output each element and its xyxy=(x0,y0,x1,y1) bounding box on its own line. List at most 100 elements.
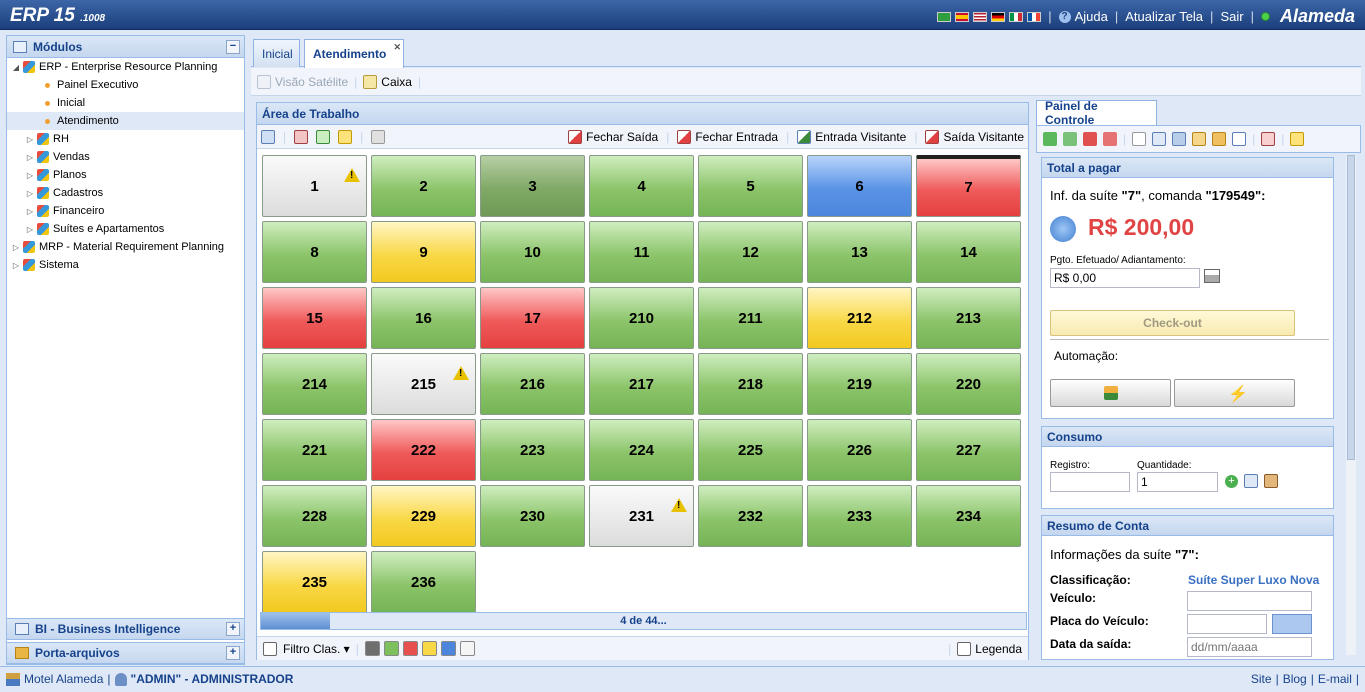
veiculo-input[interactable] xyxy=(1187,591,1312,611)
flag-spain-icon[interactable] xyxy=(955,11,970,22)
undo-green-icon[interactable] xyxy=(1063,132,1077,146)
suite-tile[interactable]: 219 xyxy=(807,353,912,415)
status-swatch[interactable] xyxy=(364,641,380,656)
suite-tile[interactable]: 222 xyxy=(371,419,476,481)
truck-icon[interactable] xyxy=(1264,474,1278,488)
card-icon[interactable] xyxy=(1152,132,1167,146)
suite-tile[interactable]: 216 xyxy=(480,353,585,415)
satellite-view-button[interactable]: Visão Satélite xyxy=(257,74,348,89)
collapsed-arrow-icon[interactable]: ▷ xyxy=(25,225,35,234)
suite-tile[interactable]: 13 xyxy=(807,221,912,283)
flag-brazil-icon[interactable] xyxy=(937,11,952,22)
suite-tile[interactable]: 1 xyxy=(262,155,367,217)
swap-icon[interactable] xyxy=(316,129,331,144)
fechar-saida-button[interactable]: Fechar Saída xyxy=(568,129,658,144)
blog-link[interactable]: Blog xyxy=(1283,672,1307,686)
suite-tile[interactable]: 212 xyxy=(807,287,912,349)
collapsed-arrow-icon[interactable]: ▷ xyxy=(25,153,35,162)
bi-section-header[interactable]: BI - Business Intelligence + xyxy=(6,618,245,640)
data-input[interactable] xyxy=(1187,637,1312,657)
screen-icon[interactable] xyxy=(261,129,275,144)
suite-tile[interactable]: 224 xyxy=(589,419,694,481)
site-link[interactable]: Site xyxy=(1251,672,1272,686)
suite-tile[interactable]: 16 xyxy=(371,287,476,349)
tree-node[interactable]: ▷ RH xyxy=(7,130,244,148)
entrada-visitante-button[interactable]: Entrada Visitante xyxy=(797,129,906,144)
tree-node[interactable]: ▷ Vendas xyxy=(7,148,244,166)
pgto-input[interactable] xyxy=(1050,268,1200,288)
suite-tile[interactable]: 214 xyxy=(262,353,367,415)
expanded-arrow-icon[interactable]: ◢ xyxy=(11,63,21,72)
suite-tile[interactable]: 232 xyxy=(698,485,803,547)
status-swatch[interactable] xyxy=(459,641,475,656)
suite-tile[interactable]: 8 xyxy=(262,221,367,283)
suite-tile[interactable]: 10 xyxy=(480,221,585,283)
suite-tile[interactable]: 229 xyxy=(371,485,476,547)
cashier-button[interactable]: Caixa xyxy=(363,74,412,89)
collapsed-arrow-icon[interactable]: ▷ xyxy=(25,135,35,144)
status-swatch[interactable] xyxy=(402,641,418,656)
collapsed-arrow-icon[interactable]: ▷ xyxy=(11,261,21,270)
flag-france-icon[interactable] xyxy=(1027,11,1042,22)
files-icon[interactable] xyxy=(1192,132,1207,146)
tab-painel-controle[interactable]: Painel de Controle xyxy=(1036,99,1157,127)
suite-tile[interactable]: 15 xyxy=(262,287,367,349)
suite-tile[interactable]: 234 xyxy=(916,485,1021,547)
suite-tile[interactable]: 11 xyxy=(589,221,694,283)
suite-tile[interactable]: 210 xyxy=(589,287,694,349)
suite-tile[interactable]: 3 xyxy=(480,155,585,217)
suite-tile[interactable]: 217 xyxy=(589,353,694,415)
flag-germany-icon[interactable] xyxy=(991,11,1006,22)
suite-tile[interactable]: 227 xyxy=(916,419,1021,481)
automation-power-button[interactable]: ⚡ xyxy=(1174,379,1295,407)
suite-tile[interactable]: 225 xyxy=(698,419,803,481)
placa-search-button[interactable] xyxy=(1272,614,1312,634)
suite-tile[interactable]: 228 xyxy=(262,485,367,547)
help-link[interactable]: Ajuda xyxy=(1075,9,1108,24)
suite-tile[interactable]: 7 xyxy=(916,155,1021,217)
legend-button[interactable]: Legenda xyxy=(957,641,1022,656)
collapse-button[interactable]: − xyxy=(226,40,240,54)
porta-section-header[interactable]: Porta-arquivos + xyxy=(6,642,245,664)
undo-red-icon[interactable] xyxy=(1103,132,1117,146)
printer-icon[interactable] xyxy=(1204,269,1220,283)
suite-tile[interactable]: 9 xyxy=(371,221,476,283)
tree-node[interactable]: ▷ Suítes e Apartamentos xyxy=(7,220,244,238)
print-icon[interactable] xyxy=(294,129,309,144)
suite-tile[interactable]: 236 xyxy=(371,551,476,613)
expand-bi-button[interactable]: + xyxy=(226,622,240,636)
suite-tile[interactable]: 2 xyxy=(371,155,476,217)
placa-input[interactable] xyxy=(1187,614,1267,634)
fechar-entrada-button[interactable]: Fechar Entrada xyxy=(677,129,778,144)
checkout-button[interactable]: Check-out xyxy=(1050,310,1295,336)
suite-tile[interactable]: 211 xyxy=(698,287,803,349)
flag-italy-icon[interactable] xyxy=(1009,11,1024,22)
cleaning-icon[interactable] xyxy=(371,129,386,144)
suite-tile[interactable]: 215 xyxy=(371,353,476,415)
help-icon[interactable]: ? xyxy=(1058,10,1071,23)
flag-usa-icon[interactable] xyxy=(973,11,988,22)
suite-tile[interactable]: 14 xyxy=(916,221,1021,283)
email-link[interactable]: E-mail xyxy=(1318,672,1352,686)
automation-home-button[interactable] xyxy=(1050,379,1171,407)
collapsed-arrow-icon[interactable]: ▷ xyxy=(25,189,35,198)
suite-tile[interactable]: 4 xyxy=(589,155,694,217)
suite-tile[interactable]: 230 xyxy=(480,485,585,547)
alert-icon[interactable] xyxy=(1290,132,1305,146)
add-icon[interactable]: + xyxy=(1225,475,1238,488)
speaker-icon[interactable] xyxy=(1050,216,1076,242)
document-icon[interactable] xyxy=(1132,132,1147,146)
suite-tile[interactable]: 17 xyxy=(480,287,585,349)
list-icon[interactable] xyxy=(1244,474,1258,488)
tab-atendimento[interactable]: Atendimento ✕ xyxy=(304,39,404,68)
expand-porta-button[interactable]: + xyxy=(226,646,240,660)
id-card-icon[interactable] xyxy=(1232,132,1247,146)
tree-node[interactable]: ▷ MRP - Material Requirement Planning xyxy=(7,238,244,256)
logout-link[interactable]: Sair xyxy=(1220,9,1243,24)
scrollbar[interactable] xyxy=(1346,155,1356,655)
tree-node[interactable]: ◢ ERP - Enterprise Resource Planning xyxy=(7,58,244,76)
tree-node[interactable]: ▷ Planos xyxy=(7,166,244,184)
users-icon[interactable] xyxy=(1212,132,1227,146)
tree-node[interactable]: Atendimento xyxy=(7,112,244,130)
refresh-link[interactable]: Atualizar Tela xyxy=(1125,9,1203,24)
